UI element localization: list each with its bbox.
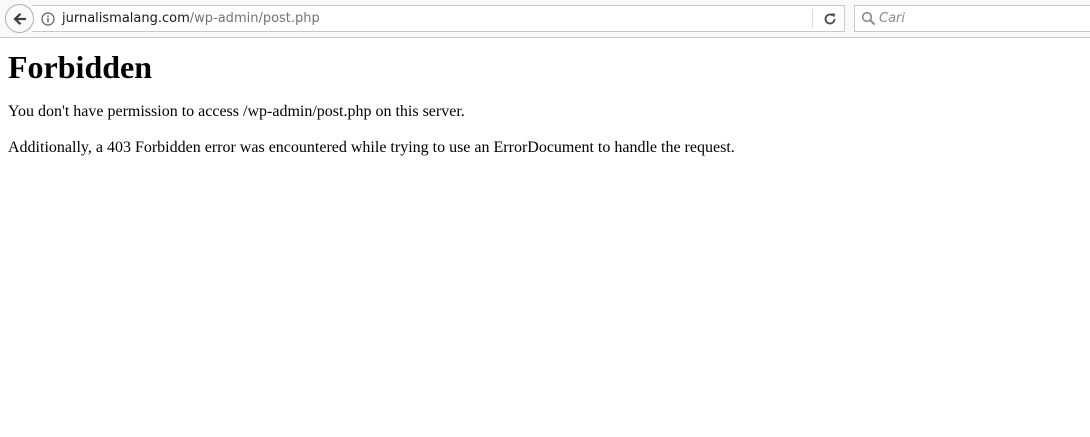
reload-icon [824, 12, 836, 24]
url-path: /wp-admin/post.php [189, 11, 320, 26]
reload-divider [812, 9, 813, 28]
search-bar[interactable] [854, 5, 1090, 32]
back-arrow-icon [12, 12, 26, 25]
browser-toolbar: jurnalismalang.com/wp-admin/post.php [0, 0, 1090, 38]
address-bar[interactable]: jurnalismalang.com/wp-admin/post.php [32, 5, 845, 32]
search-input[interactable] [879, 8, 1079, 28]
error-document-message: Additionally, a 403 Forbidden error was … [8, 139, 735, 156]
back-button[interactable] [5, 4, 34, 33]
search-icon [861, 11, 876, 26]
page-content: Forbidden You don't have permission to a… [8, 38, 1078, 157]
info-icon[interactable] [41, 12, 55, 26]
page-title: Forbidden [8, 49, 153, 85]
reload-button[interactable] [816, 6, 844, 31]
url-domain: jurnalismalang.com [62, 11, 190, 26]
permission-message: You don't have permission to access /wp-… [8, 103, 465, 120]
url-text[interactable]: jurnalismalang.com/wp-admin/post.php [62, 11, 320, 27]
